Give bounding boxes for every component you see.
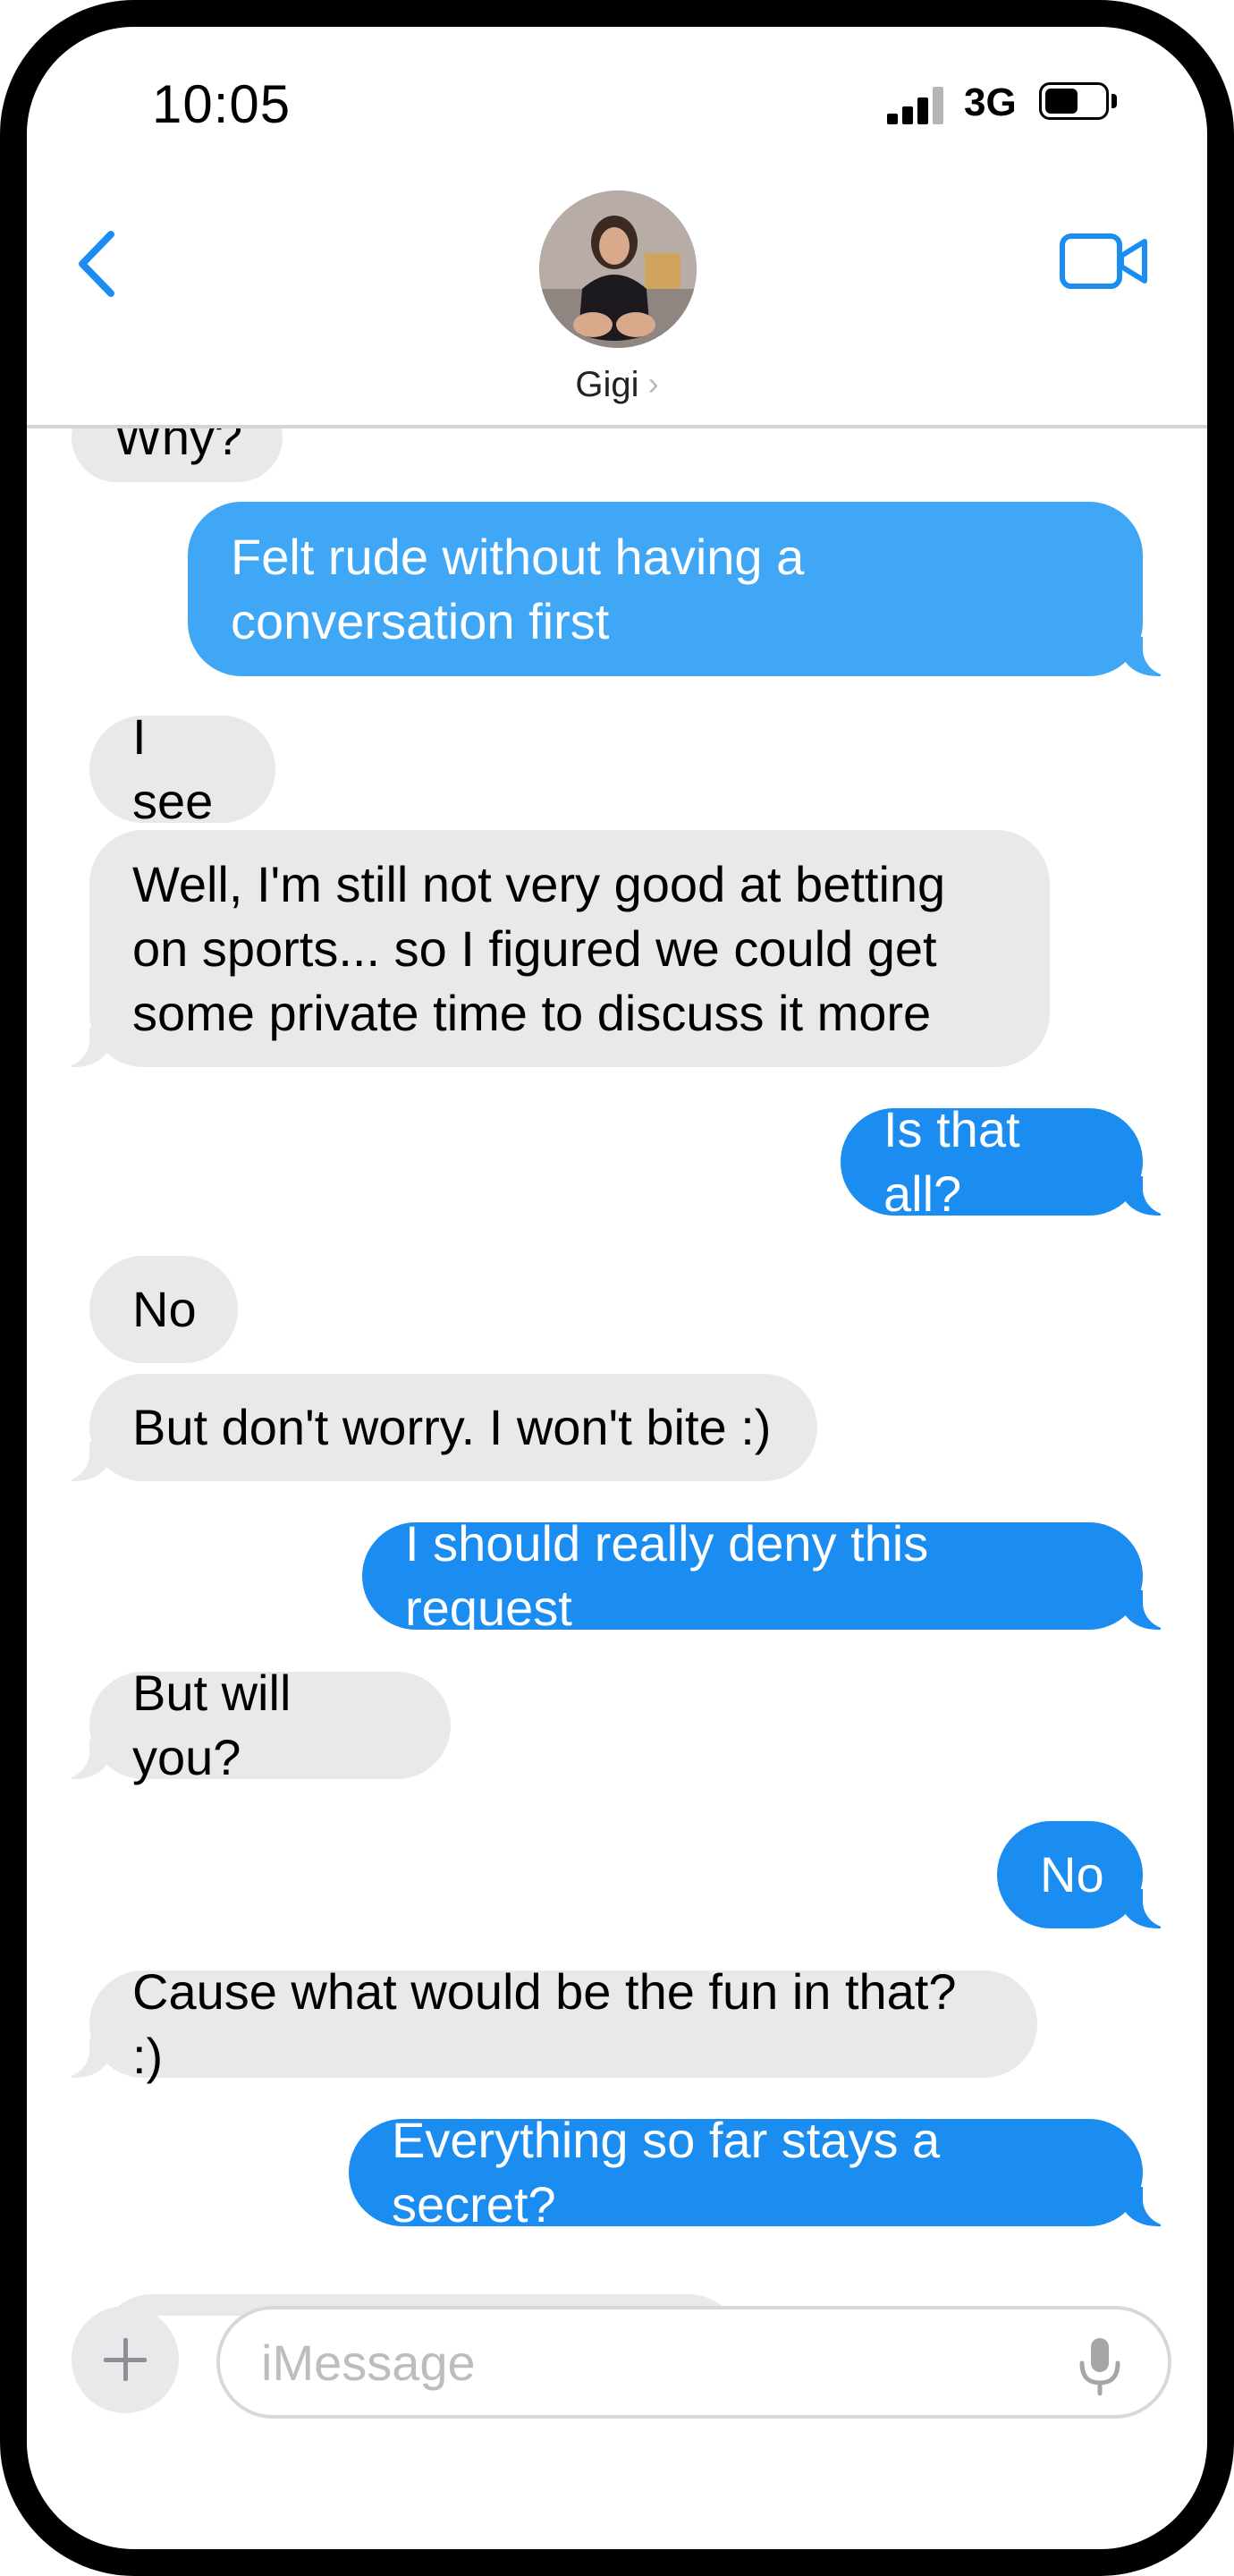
message-bubble-incoming[interactable]: No <box>89 1256 238 1363</box>
app-drawer-button[interactable] <box>72 2306 179 2413</box>
message-bubble-outgoing[interactable]: I should really deny this request <box>362 1515 1180 1636</box>
message-bubble-incoming[interactable]: But will you? <box>52 1665 451 1785</box>
message-bubble-incoming[interactable]: Well, I'm still not very good at betting… <box>52 830 1050 1067</box>
imessage-input[interactable] <box>261 2329 1030 2395</box>
network-type: 3G <box>964 80 1017 124</box>
message-bubble-incoming[interactable]: I see <box>89 708 275 829</box>
chevron-right-icon: › <box>647 365 659 402</box>
status-time: 10:05 <box>152 74 292 134</box>
chevron-left-icon <box>79 231 114 297</box>
message-bubble-outgoing[interactable]: Is that all? <box>841 1101 1180 1222</box>
contact-header-row[interactable]: Gigi › <box>27 365 1207 405</box>
battery-tip <box>1111 94 1117 108</box>
cellular-signal-icon <box>887 85 950 124</box>
message-bubble-incoming[interactable]: Why? <box>72 428 283 482</box>
message-bubble-outgoing[interactable]: Everything so far stays a secret? <box>349 2112 1180 2233</box>
phone-screen: 10:05 3G Gigi › Why? Felt rude without h… <box>27 27 1207 2549</box>
message-thread[interactable]: Why? Felt rude without having a conversa… <box>27 428 1207 2316</box>
video-camera-icon <box>1060 233 1147 289</box>
contact-name: Gigi <box>575 365 639 404</box>
battery-icon <box>1039 82 1109 120</box>
message-compose-field[interactable] <box>216 2306 1171 2419</box>
message-bubble-incoming[interactable]: Cause what would be the fun in that? :) <box>52 1963 1037 2084</box>
contact-avatar[interactable] <box>539 191 697 348</box>
message-bubble-outgoing[interactable]: No <box>997 1821 1180 1928</box>
message-bubble-outgoing[interactable]: Felt rude without having a conversation … <box>188 502 1180 676</box>
microphone-icon <box>1079 2338 1120 2396</box>
phone-frame: 10:05 3G Gigi › Why? Felt rude without h… <box>0 0 1234 2576</box>
back-button[interactable] <box>64 215 136 313</box>
message-bubble-incoming[interactable]: But don't worry. I won't bite :) <box>52 1374 817 1481</box>
facetime-button[interactable] <box>1057 225 1155 297</box>
dictation-button[interactable] <box>1073 2334 1127 2397</box>
